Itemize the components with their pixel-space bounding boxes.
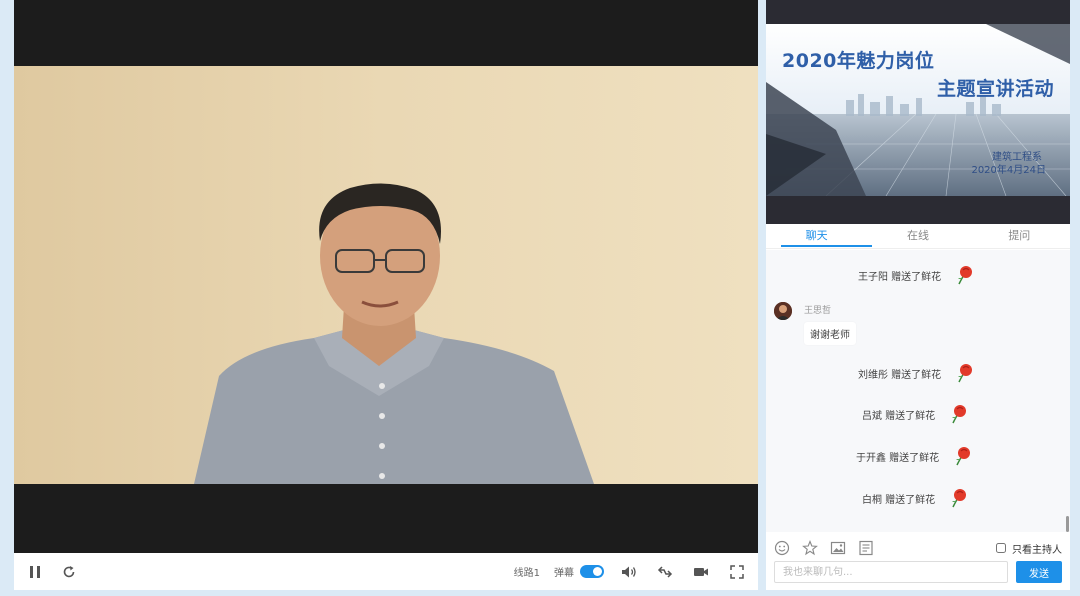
volume-button[interactable]: [618, 561, 640, 583]
fullscreen-icon: [730, 564, 744, 579]
gift-text: 刘维彤 赠送了鲜花: [858, 369, 942, 381]
volume-icon: [622, 566, 636, 577]
tab-online[interactable]: 在线: [867, 224, 968, 248]
avatar[interactable]: [774, 302, 792, 320]
gift-text: 王子阳 赠送了鲜花: [858, 271, 942, 283]
pause-icon: [30, 565, 40, 578]
gift-message: 白桐 赠送了鲜花: [862, 487, 969, 509]
camera-button[interactable]: [690, 561, 712, 583]
chat-scrollbar[interactable]: [1066, 516, 1069, 532]
refresh-icon: [63, 565, 75, 577]
host-only-checkbox[interactable]: [996, 543, 1006, 553]
chat-input[interactable]: [774, 561, 1008, 583]
slide-title-line2: 主题宣讲活动: [936, 78, 1054, 100]
pause-button[interactable]: [24, 561, 46, 583]
active-tab-indicator: [781, 245, 872, 247]
side-top-bar: [766, 0, 1070, 24]
side-panel: 2020年魅力岗位 主题宣讲活动 建筑工程系 2020年4月24日 聊天 在线 …: [766, 0, 1070, 590]
slide-title-line1: 2020年魅力岗位: [782, 50, 935, 72]
flower-icon: [956, 447, 971, 466]
image-icon[interactable]: [830, 540, 846, 556]
user-avatar-icon: [774, 302, 792, 320]
refresh-button[interactable]: [58, 561, 80, 583]
video-frame[interactable]: [14, 66, 758, 484]
presentation-slide[interactable]: 2020年魅力岗位 主题宣讲活动 建筑工程系 2020年4月24日: [766, 24, 1070, 196]
tab-questions[interactable]: 提问: [969, 224, 1070, 248]
gift-message: 于开鑫 赠送了鲜花: [856, 445, 973, 467]
slide-date: 2020年4月24日: [971, 165, 1046, 176]
slide-controls-band: [766, 196, 1070, 224]
flower-icon: [958, 266, 973, 285]
notes-icon[interactable]: [858, 540, 874, 556]
line-selector[interactable]: 线路1: [514, 564, 540, 579]
flower-icon: [958, 364, 973, 383]
emoji-icon[interactable]: [774, 540, 790, 556]
player-controls: 线路1 弹幕: [14, 553, 758, 590]
video-player[interactable]: 线路1 弹幕: [14, 0, 758, 590]
gift-message: 刘维彤 赠送了鲜花: [858, 362, 975, 384]
flower-gift-icon[interactable]: [802, 540, 818, 556]
danmaku-label: 弹幕: [554, 568, 574, 579]
gift-text: 于开鑫 赠送了鲜花: [856, 452, 940, 464]
gift-message: 王子阳 赠送了鲜花: [858, 264, 975, 286]
chat-composer: 发送: [774, 561, 1062, 583]
gift-text: 白桐 赠送了鲜花: [862, 494, 936, 506]
message-sender-name: 王思哲: [804, 306, 832, 316]
sync-arrows-icon: [657, 565, 673, 578]
flower-icon: [952, 489, 967, 508]
fullscreen-button[interactable]: [726, 561, 748, 583]
camera-icon: [694, 567, 708, 576]
host-only-option[interactable]: 只看主持人: [996, 541, 1062, 556]
flower-icon: [952, 405, 967, 424]
host-only-label: 只看主持人: [1012, 544, 1062, 556]
sync-button[interactable]: [654, 561, 676, 583]
send-button[interactable]: 发送: [1016, 561, 1062, 583]
message-bubble: 谢谢老师: [804, 322, 856, 345]
speaker-video-image: [14, 66, 758, 484]
danmaku-toggle[interactable]: [580, 565, 604, 578]
chat-toolbar: 只看主持人: [766, 536, 1070, 560]
gift-text: 吕斌 赠送了鲜花: [862, 410, 936, 422]
gift-message: 吕斌 赠送了鲜花: [862, 403, 969, 425]
